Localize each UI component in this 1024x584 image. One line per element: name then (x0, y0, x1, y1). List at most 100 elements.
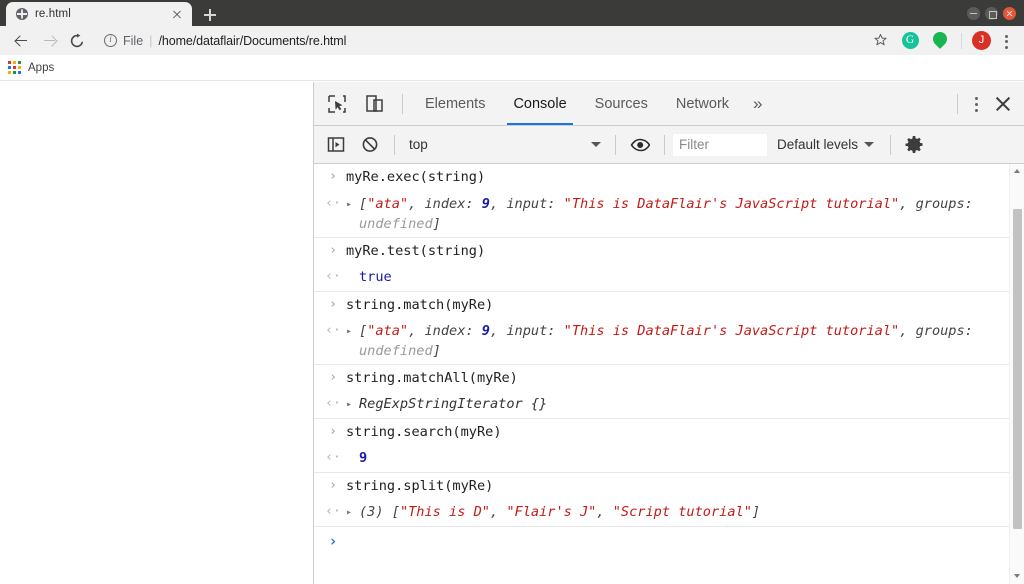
expand-triangle-icon[interactable]: ▸ (346, 321, 359, 342)
live-expression-eye-icon[interactable] (624, 130, 656, 160)
prompt-arrow-icon: › (329, 370, 337, 385)
tab-title: re.html (35, 8, 71, 20)
console-command-row[interactable]: › string.split(myRe) (314, 472, 1009, 499)
scroll-thumb[interactable] (1013, 209, 1022, 529)
console-toolbar: top Filter Default levels (314, 126, 1024, 164)
filter-placeholder: Filter (679, 137, 709, 152)
prompt-arrow-icon: › (329, 478, 337, 493)
clear-console-icon[interactable] (354, 130, 386, 160)
devtools-divider-right (957, 93, 958, 114)
result-arrow-icon: ‹· (325, 450, 341, 465)
tab-close-icon[interactable] (170, 7, 184, 21)
console-divider-2 (615, 134, 616, 155)
console-command-row[interactable]: › string.search(myRe) (314, 418, 1009, 445)
result-arrow-icon: ‹· (325, 196, 341, 211)
console-result-value: RegExpStringIterator {} (359, 396, 548, 412)
console-sidebar-icon[interactable] (320, 130, 352, 160)
log-levels-label: Default levels (777, 137, 859, 152)
bookmark-star-icon[interactable] (868, 28, 894, 54)
page-content (0, 82, 313, 584)
scroll-up-arrow[interactable] (1010, 164, 1024, 179)
console-result-row[interactable]: ‹· ▸ ["ata", index: 9, input: "This is Dat… (314, 191, 1009, 237)
console-divider-1 (394, 134, 395, 155)
window-controls (967, 7, 1024, 26)
kebab-menu-icon[interactable] (996, 30, 1016, 52)
devtools-divider (402, 93, 403, 114)
console-result-row[interactable]: ‹· ▸ RegExpStringIterator {} (314, 391, 1009, 418)
browser-window: re.html File | /home/dataflair/Documents… (0, 0, 1024, 584)
inspect-cursor-icon[interactable] (318, 85, 356, 123)
console-messages[interactable]: › myRe.exec(string) ‹· ▸ ["ata", index: 9, i… (314, 164, 1024, 584)
console-result-row[interactable]: ‹· ▸ (3) ["This is D", "Flair's J", "Scrip… (314, 499, 1009, 526)
console-result-value: (3) ["This is D", "Flair's J", "Script t… (359, 504, 761, 520)
console-command-row[interactable]: › myRe.exec(string) (314, 164, 1009, 191)
console-prompt-arrow-icon: › (328, 532, 338, 550)
console-input-row[interactable]: › (314, 526, 1009, 555)
devtools-kebab-menu-icon[interactable] (966, 85, 986, 123)
devtools-close-icon[interactable] (986, 85, 1020, 123)
gear-icon[interactable] (899, 130, 929, 160)
console-result-value: ["ata", index: 9, input: "This is DataFl… (359, 196, 973, 232)
prompt-arrow-icon: › (329, 243, 337, 258)
execution-context-select[interactable]: top (403, 134, 607, 156)
tab-console[interactable]: Console (499, 82, 580, 125)
prompt-arrow-icon: › (329, 424, 337, 439)
forward-arrow-icon[interactable] (36, 28, 62, 54)
console-command-row[interactable]: › string.matchAll(myRe) (314, 364, 1009, 391)
expand-triangle-icon[interactable]: ▸ (346, 502, 359, 523)
devtools-panel: Elements Console Sources Network » top F… (313, 82, 1024, 584)
bookmark-apps-label[interactable]: Apps (28, 62, 54, 74)
console-result-value: ["ata", index: 9, input: "This is DataFl… (359, 323, 973, 359)
console-command-text: myRe.exec(string) (346, 169, 486, 185)
chevron-down-icon-levels (864, 142, 875, 147)
apps-grid-icon[interactable] (8, 61, 21, 74)
log-levels-select[interactable]: Default levels (769, 137, 882, 152)
pin-icon[interactable] (929, 28, 951, 52)
console-command-text: myRe.test(string) (346, 243, 486, 259)
console-result-row[interactable]: ‹· true (314, 264, 1009, 291)
console-message-list: › myRe.exec(string) ‹· ▸ ["ata", index: 9, i… (314, 164, 1009, 584)
new-tab-button[interactable] (196, 4, 224, 26)
expand-triangle-icon[interactable]: ▸ (346, 194, 359, 215)
more-tabs-chevron-icon[interactable]: » (743, 94, 772, 114)
address-bar[interactable]: File | /home/dataflair/Documents/re.html (96, 29, 866, 52)
result-arrow-icon: ‹· (325, 269, 341, 284)
back-arrow-icon[interactable] (8, 28, 34, 54)
console-command-row[interactable]: › string.match(myRe) (314, 291, 1009, 318)
console-result-value: 9 (359, 450, 368, 466)
maximize-icon[interactable] (985, 7, 998, 20)
expand-triangle-icon[interactable]: ▸ (346, 394, 359, 415)
console-divider-3 (664, 134, 665, 155)
extension-g-label: G (901, 31, 919, 49)
prompt-arrow-icon: › (329, 297, 337, 312)
console-command-text: string.match(myRe) (346, 297, 494, 313)
avatar[interactable]: J (972, 31, 991, 50)
prompt-arrow-icon: › (329, 169, 337, 184)
console-result-row[interactable]: ‹· ▸ ["ata", index: 9, input: "This is Dat… (314, 318, 1009, 364)
browser-toolbar: File | /home/dataflair/Documents/re.html… (0, 26, 1024, 55)
extension-grammarly-icon[interactable]: G (899, 30, 921, 52)
title-bar: re.html (0, 0, 1024, 26)
reload-icon[interactable] (64, 28, 90, 54)
close-icon[interactable] (1003, 7, 1016, 20)
console-command-row[interactable]: › myRe.test(string) (314, 237, 1009, 264)
devtools-tab-bar: Elements Console Sources Network » (314, 82, 1024, 126)
browser-tab[interactable]: re.html (6, 2, 192, 26)
scroll-down-arrow[interactable] (1010, 569, 1024, 584)
filter-input[interactable]: Filter (673, 133, 767, 156)
minimize-icon[interactable] (967, 7, 980, 20)
tab-strip: re.html (0, 0, 967, 26)
chevron-down-icon (591, 142, 601, 147)
console-scrollbar[interactable] (1009, 164, 1024, 584)
tab-sources[interactable]: Sources (581, 82, 662, 125)
info-circle-icon[interactable] (104, 34, 117, 47)
result-arrow-icon: ‹· (325, 323, 341, 338)
omnibox-separator: | (149, 33, 153, 48)
console-result-row[interactable]: ‹· 9 (314, 445, 1009, 472)
tab-elements[interactable]: Elements (411, 82, 499, 125)
result-arrow-icon: ‹· (325, 504, 341, 519)
device-toolbar-icon[interactable] (356, 85, 394, 123)
omnibox-scheme: File (123, 33, 144, 48)
omnibox-url: /home/dataflair/Documents/re.html (158, 33, 347, 48)
tab-network[interactable]: Network (662, 82, 743, 125)
